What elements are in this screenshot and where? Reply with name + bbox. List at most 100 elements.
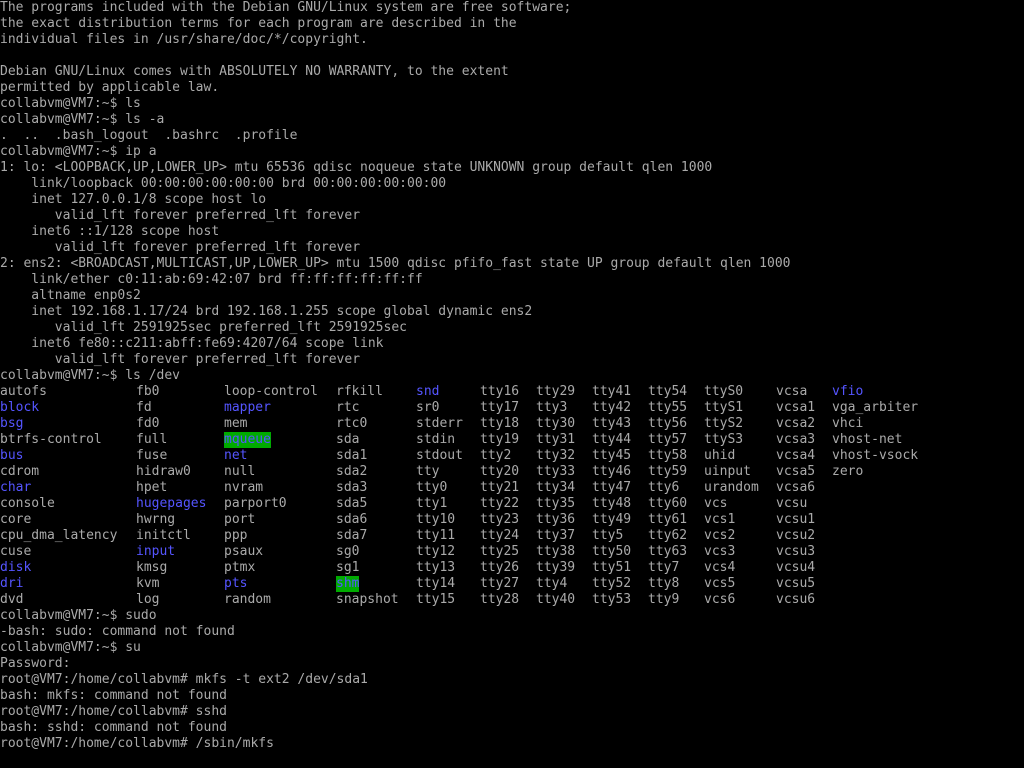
terminal-line: 1: lo: <LOOPBACK,UP,LOWER_UP> mtu 65536 … xyxy=(0,160,713,175)
dev-entry: tty48 xyxy=(592,496,632,511)
dev-entry: snapshot xyxy=(336,592,399,607)
dev-entry: sda7 xyxy=(336,528,368,543)
dev-entry: tty46 xyxy=(592,464,632,479)
dev-entry: tty32 xyxy=(536,448,576,463)
dev-entry: vhost-net xyxy=(832,432,903,447)
dev-entry: tty4 xyxy=(536,576,568,591)
terminal-line: 2: ens2: <BROADCAST,MULTICAST,UP,LOWER_U… xyxy=(0,256,791,271)
terminal-screen[interactable]: The programs included with the Debian GN… xyxy=(0,0,1024,768)
dev-entry: zero xyxy=(832,464,864,479)
dev-entry: tty29 xyxy=(536,384,576,399)
dev-entry: tty43 xyxy=(592,416,632,431)
dev-entry: rtc0 xyxy=(336,416,368,431)
dev-entry: stdout xyxy=(416,448,463,463)
dev-entry: tty34 xyxy=(536,480,576,495)
dev-entry: vcsu xyxy=(776,496,808,511)
dev-entry: psaux xyxy=(224,544,264,559)
dev-entry: mem xyxy=(224,416,248,431)
dev-entry: tty18 xyxy=(480,416,520,431)
terminal-line: valid_lft forever preferred_lft forever xyxy=(0,208,361,223)
dev-entry: parport0 xyxy=(224,496,287,511)
dev-directory-entry: bus xyxy=(0,448,24,463)
dev-entry: vcs5 xyxy=(704,576,736,591)
dev-entry: cpu_dma_latency xyxy=(0,528,118,543)
terminal-line: inet6 ::1/128 scope host xyxy=(0,224,220,239)
dev-entry: stdin xyxy=(416,432,456,447)
dev-entry: initctl xyxy=(136,528,191,543)
dev-entry: sda5 xyxy=(336,496,368,511)
dev-entry: tty27 xyxy=(480,576,520,591)
dev-entry: tty6 xyxy=(648,480,680,495)
terminal-line: collabvm@VM7:~$ su xyxy=(0,640,141,655)
terminal-line: the exact distribution terms for each pr… xyxy=(0,16,517,31)
dev-entry: tty53 xyxy=(592,592,632,607)
dev-directory-entry: bsg xyxy=(0,416,24,431)
dev-entry: tty2 xyxy=(480,448,512,463)
dev-entry: tty25 xyxy=(480,544,520,559)
dev-entry: null xyxy=(224,464,256,479)
dev-entry: nvram xyxy=(224,480,264,495)
dev-entry: tty19 xyxy=(480,432,520,447)
dev-entry: sg1 xyxy=(336,560,360,575)
dev-entry: ppp xyxy=(224,528,248,543)
dev-directory-entry: char xyxy=(0,480,32,495)
dev-entry: tty36 xyxy=(536,512,576,527)
dev-entry: tty7 xyxy=(648,560,680,575)
dev-entry: hidraw0 xyxy=(136,464,191,479)
dev-entry: log xyxy=(136,592,160,607)
dev-entry: vcsu2 xyxy=(776,528,816,543)
dev-entry: dvd xyxy=(0,592,24,607)
dev-entry: tty21 xyxy=(480,480,520,495)
dev-entry: tty45 xyxy=(592,448,632,463)
dev-entry: kvm xyxy=(136,576,160,591)
dev-entry: tty30 xyxy=(536,416,576,431)
dev-entry: tty63 xyxy=(648,544,688,559)
dev-entry: hwrng xyxy=(136,512,176,527)
dev-entry: tty17 xyxy=(480,400,520,415)
dev-entry: tty35 xyxy=(536,496,576,511)
dev-entry: full xyxy=(136,432,168,447)
dev-directory-entry: hugepages xyxy=(136,496,207,511)
dev-entry: tty10 xyxy=(416,512,456,527)
terminal-line: link/ether c0:11:ab:69:42:07 brd ff:ff:f… xyxy=(0,272,423,287)
dev-entry: tty28 xyxy=(480,592,520,607)
terminal-line: link/loopback 00:00:00:00:00:00 brd 00:0… xyxy=(0,176,447,191)
dev-entry: tty39 xyxy=(536,560,576,575)
dev-entry: fd xyxy=(136,400,152,415)
dev-entry: vcs6 xyxy=(704,592,736,607)
terminal-line: root@VM7:/home/collabvm# /sbin/mkfs xyxy=(0,736,274,751)
dev-entry: rtc xyxy=(336,400,360,415)
dev-entry: ttyS1 xyxy=(704,400,744,415)
dev-entry: tty14 xyxy=(416,576,456,591)
dev-directory-entry: shm xyxy=(336,576,360,592)
dev-directory-entry: net xyxy=(224,448,248,463)
dev-entry: tty52 xyxy=(592,576,632,591)
terminal-line: collabvm@VM7:~$ ls -a xyxy=(0,112,165,127)
dev-directory-entry: block xyxy=(0,400,40,415)
dev-entry: tty13 xyxy=(416,560,456,575)
dev-entry: autofs xyxy=(0,384,47,399)
dev-entry: tty38 xyxy=(536,544,576,559)
dev-entry: sda6 xyxy=(336,512,368,527)
dev-entry: tty22 xyxy=(480,496,520,511)
dev-entry: sr0 xyxy=(416,400,440,415)
dev-entry: tty62 xyxy=(648,528,688,543)
dev-entry: vcs2 xyxy=(704,528,736,543)
dev-entry: cdrom xyxy=(0,464,40,479)
dev-entry: tty3 xyxy=(536,400,568,415)
dev-entry: tty40 xyxy=(536,592,576,607)
dev-entry: tty23 xyxy=(480,512,520,527)
dev-entry: vcs1 xyxy=(704,512,736,527)
dev-entry: tty51 xyxy=(592,560,632,575)
dev-entry: tty1 xyxy=(416,496,448,511)
dev-entry: tty11 xyxy=(416,528,456,543)
dev-entry: vcsa xyxy=(776,384,808,399)
dev-entry: tty56 xyxy=(648,416,688,431)
terminal-line: collabvm@VM7:~$ ls /dev xyxy=(0,368,181,383)
dev-entry: tty47 xyxy=(592,480,632,495)
terminal-line: valid_lft forever preferred_lft forever xyxy=(0,352,361,367)
dev-entry: vcs xyxy=(704,496,728,511)
dev-entry: tty42 xyxy=(592,400,632,415)
dev-entry: core xyxy=(0,512,32,527)
dev-entry: tty26 xyxy=(480,560,520,575)
